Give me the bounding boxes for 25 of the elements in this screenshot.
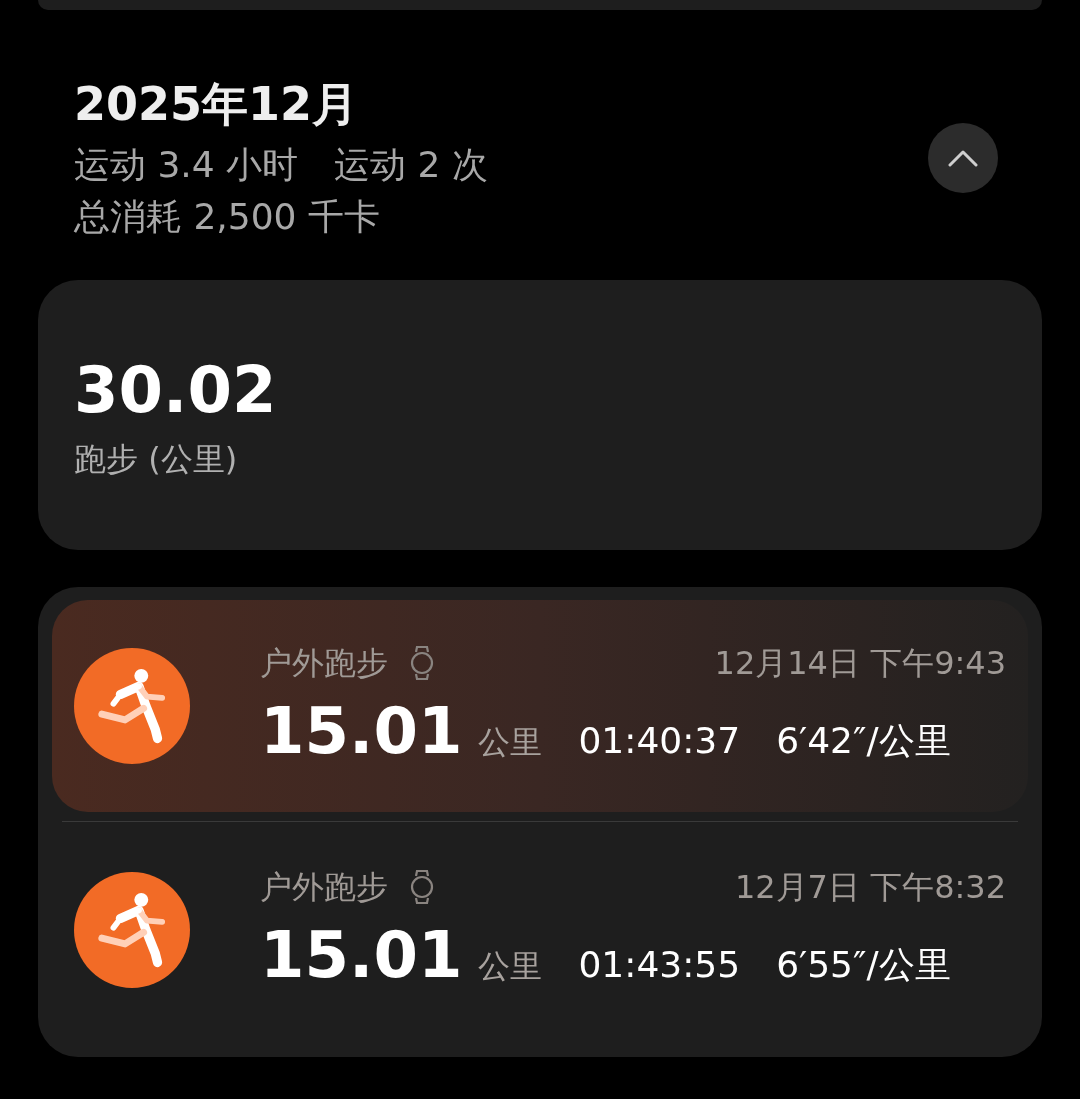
- stat-text: 运动 3.4 小时: [74, 143, 299, 187]
- workout-pace: 6′55″/公里: [776, 943, 951, 987]
- workout-row[interactable]: 户外跑步 12月14日 下午9:43 15.01 公里 01:40:37 6′42″/公里: [52, 600, 1028, 812]
- distance-unit: 公里: [478, 946, 543, 987]
- workout-pace: 6′42″/公里: [776, 719, 951, 763]
- stat-text: 运动 2 次: [334, 143, 488, 187]
- chevron-icon: [948, 149, 978, 167]
- workout-distance: 15.01: [260, 693, 463, 770]
- workout-date: 12月14日 下午9:43: [714, 643, 1006, 684]
- watch-icon: [410, 869, 434, 905]
- runner-icon: [74, 648, 190, 764]
- workout-distance: 15.01: [260, 917, 463, 994]
- distance-unit: 公里: [478, 722, 543, 763]
- workout-type: 户外跑步: [260, 643, 388, 684]
- watch-icon: [410, 645, 434, 681]
- workout-date: 12月7日 下午8:32: [734, 867, 1006, 908]
- summary-value: 30.02: [74, 352, 278, 429]
- runner-icon: [74, 872, 190, 988]
- workout-row[interactable]: 户外跑步 12月7日 下午8:32 15.01 公里 01:43:55 6′55″/公里: [52, 824, 1028, 1036]
- month-title: 2025年12月: [74, 76, 360, 133]
- calories-text: 总消耗 2,500 千卡: [74, 195, 381, 239]
- workout-type: 户外跑步: [260, 867, 388, 908]
- summary-label: 跑步 (公里): [74, 439, 239, 480]
- workout-duration: 01:40:37: [578, 719, 741, 763]
- workout-duration: 01:43:55: [578, 943, 741, 987]
